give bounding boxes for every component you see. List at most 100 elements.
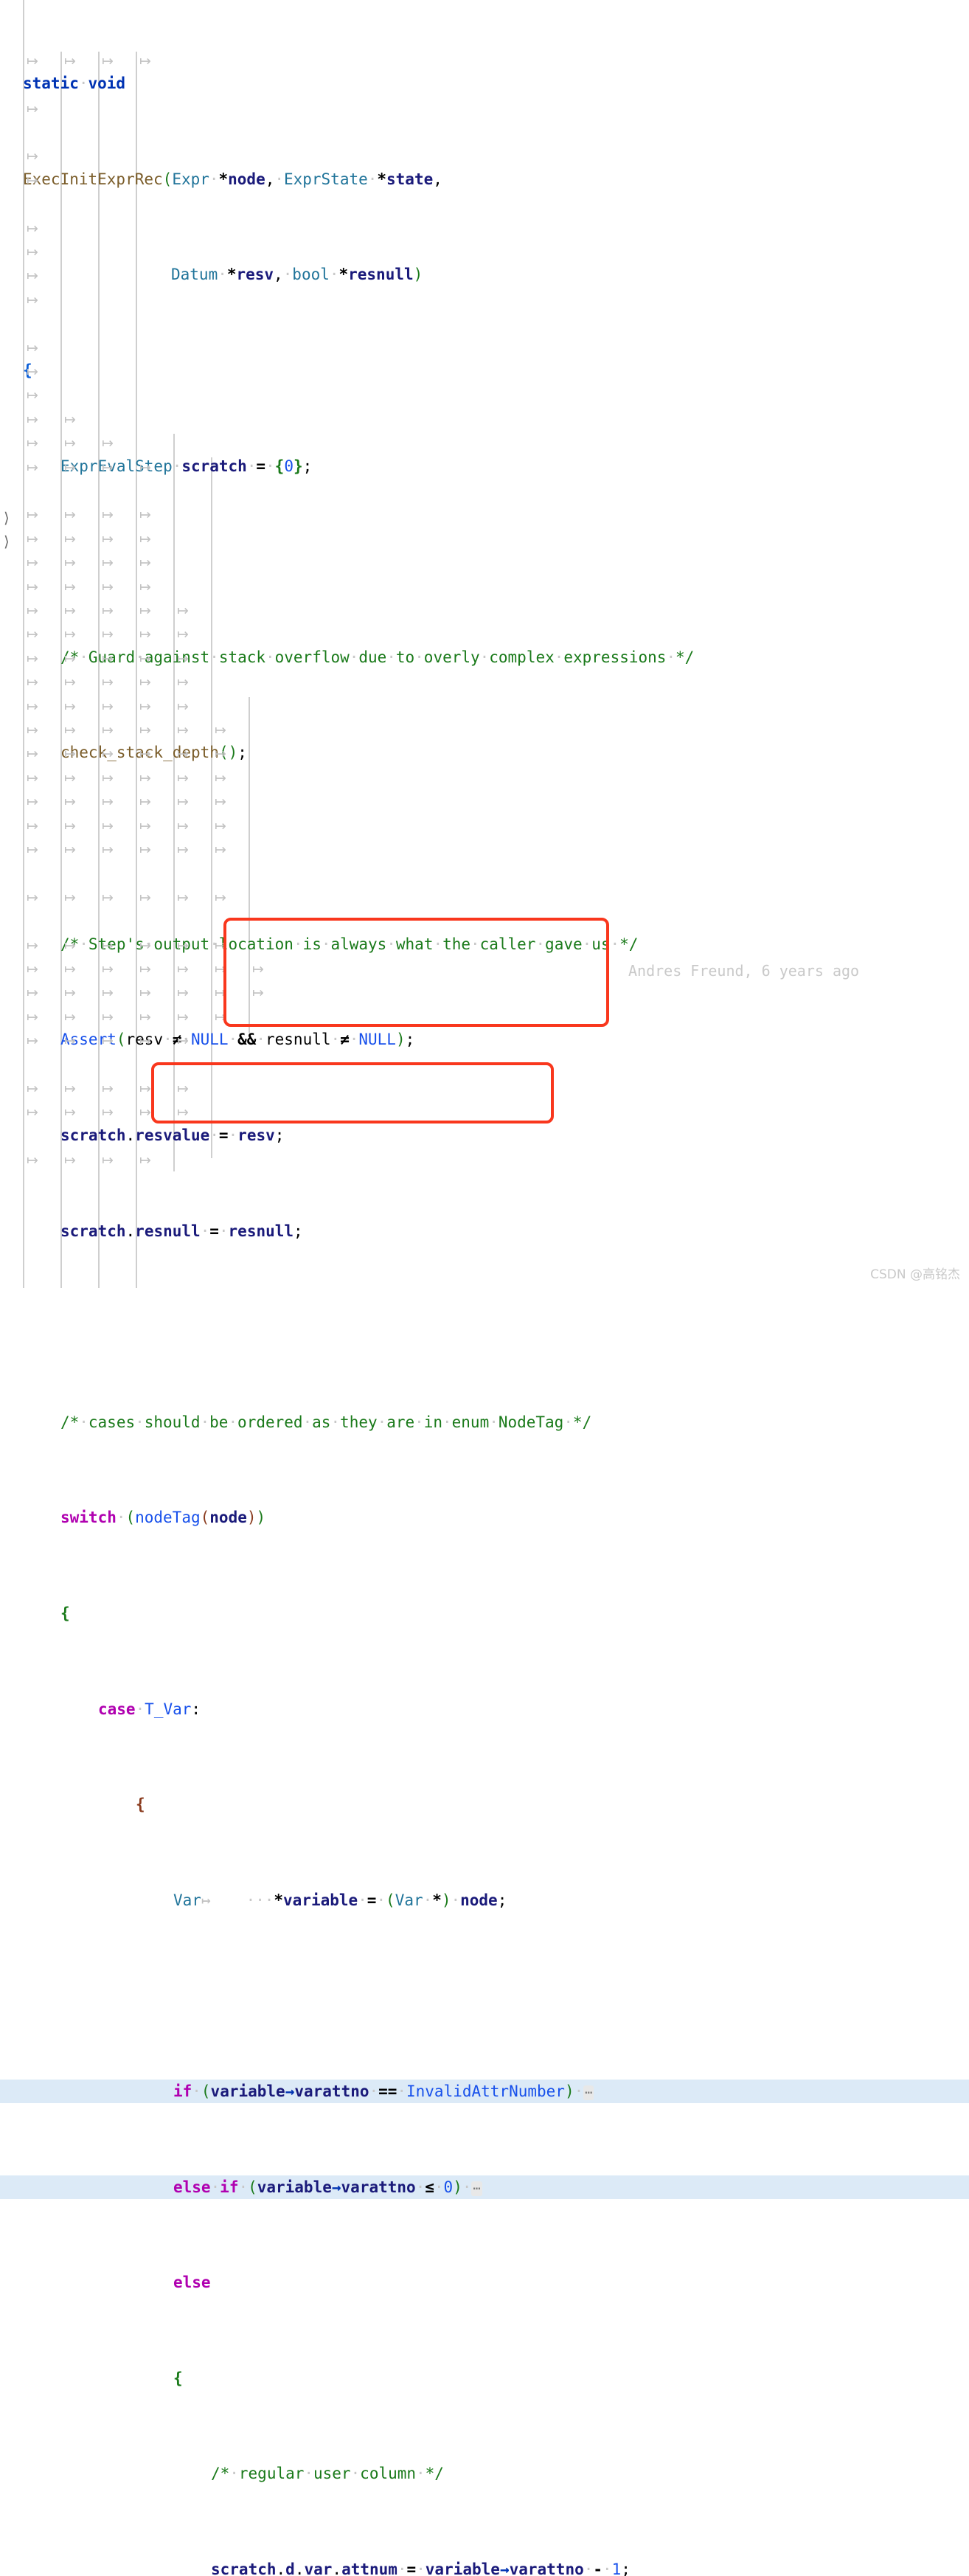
tab-arrow-icon: ↦ (177, 1104, 189, 1121)
tab-arrow-icon: ↦ (64, 1152, 76, 1169)
code-line[interactable]: Datum*resv,bool*resnull) (0, 263, 969, 286)
code-line[interactable]: /*casesshouldbeorderedastheyareinenumNod… (0, 1410, 969, 1434)
tab-arrow-icon: ↦ (102, 603, 114, 619)
tab-arrow-icon: ↦ (27, 817, 38, 834)
tab-arrow-icon: ↦ (27, 459, 38, 476)
code-text[interactable]: staticvoid ExecInitExprRec(Expr*node,Exp… (0, 0, 969, 2576)
tab-arrow-icon: ↦ (27, 52, 38, 69)
tab-arrow-icon: ↦ (102, 769, 114, 786)
tab-arrow-icon: ↦ (177, 746, 189, 763)
tab-arrow-icon: ↦ (27, 435, 38, 452)
tab-arrow-icon: ↦ (102, 1008, 114, 1025)
code-line[interactable]: Var↦*variable=(Var*)node; (0, 1888, 969, 1912)
tab-arrow-icon: ↦ (27, 698, 38, 715)
tab-arrow-icon: ↦ (177, 722, 189, 738)
tab-arrow-icon: ↦ (177, 889, 189, 906)
tab-arrow-icon: ↦ (102, 1033, 114, 1050)
tab-arrow-icon: ↦ (27, 1081, 38, 1097)
tab-arrow-icon: ↦ (27, 291, 38, 308)
code-line[interactable]: scratch.d.var.attnum=variable→varattno-1… (0, 2558, 969, 2576)
tab-arrow-icon: ↦ (64, 555, 76, 572)
tab-arrow-icon: ↦ (27, 1152, 38, 1169)
tab-arrow-icon: ↦ (64, 722, 76, 738)
tab-arrow-icon: ↦ (177, 1081, 189, 1097)
tab-arrow-icon: ↦ (64, 961, 76, 977)
tab-arrow-icon: ↦ (27, 746, 38, 763)
tab-arrow-icon: ↦ (102, 674, 114, 691)
tab-arrow-icon: ↦ (102, 698, 114, 715)
tab-arrow-icon: ↦ (139, 1152, 151, 1169)
tab-arrow-icon: ↦ (177, 1033, 189, 1050)
code-editor[interactable]: staticvoid ExecInitExprRec(Expr*node,Exp… (0, 0, 969, 2576)
tab-arrow-icon: ↦ (139, 817, 151, 834)
tab-arrow-icon: ↦ (177, 650, 189, 667)
tab-arrow-icon: ↦ (139, 985, 151, 1002)
tab-arrow-icon: ↦ (215, 746, 226, 763)
tab-arrow-icon: ↦ (139, 769, 151, 786)
tab-arrow-icon: ↦ (177, 698, 189, 715)
tab-arrow-icon: ↦ (27, 985, 38, 1002)
code-line-folded[interactable]: if(variable→varattno==InvalidAttrNumber)… (0, 2080, 969, 2104)
tab-arrow-icon: ↦ (27, 674, 38, 691)
tab-arrow-icon: ↦ (102, 842, 114, 858)
code-line-folded[interactable]: elseif(variable→varattno≤0)⋯ (0, 2175, 969, 2200)
tab-arrow-icon: ↦ (102, 937, 114, 954)
tab-arrow-icon: ↦ (27, 530, 38, 547)
tab-arrow-icon: ↦ (102, 626, 114, 643)
code-line-blank[interactable] (0, 1315, 969, 1338)
tab-arrow-icon: ↦ (64, 603, 76, 619)
code-line[interactable]: { (0, 1602, 969, 1625)
code-line[interactable]: /*regularusercolumn*/ (0, 2462, 969, 2485)
tab-arrow-icon: ↦ (27, 100, 38, 117)
tab-arrow-icon: ↦ (139, 698, 151, 715)
code-line[interactable]: scratch.resvalue=resv; (0, 1123, 969, 1147)
tab-arrow-icon: ↦ (139, 937, 151, 954)
tab-arrow-icon: ↦ (139, 507, 151, 524)
tab-arrow-icon: ↦ (64, 1033, 76, 1050)
tab-arrow-icon: ↦ (27, 507, 38, 524)
code-line[interactable]: { (0, 2366, 969, 2390)
tab-arrow-icon: ↦ (177, 769, 189, 786)
tab-arrow-icon: ↦ (27, 722, 38, 738)
code-line[interactable]: { (0, 1793, 969, 1816)
tab-arrow-icon: ↦ (139, 603, 151, 619)
code-line[interactable]: { (0, 359, 969, 382)
tab-arrow-icon: ↦ (139, 842, 151, 858)
code-line[interactable]: else (0, 2271, 969, 2294)
tab-arrow-icon: ↦ (27, 268, 38, 285)
tab-arrow-icon: ↦ (215, 961, 226, 977)
tab-arrow-icon: ↦ (102, 530, 114, 547)
tab-arrow-icon: ↦ (177, 674, 189, 691)
code-line[interactable]: switch(nodeTag(node)) (0, 1506, 969, 1529)
tab-arrow-icon: ↦ (27, 794, 38, 811)
fold-chevron-icon[interactable]: ⟩ (4, 510, 10, 525)
tab-arrow-icon: ↦ (215, 722, 226, 738)
tab-arrow-icon: ↦ (102, 746, 114, 763)
tab-arrow-icon: ↦ (139, 555, 151, 572)
tab-arrow-icon: ↦ (27, 1104, 38, 1121)
code-line[interactable]: ExecInitExprRec(Expr*node,ExprState*stat… (0, 167, 969, 191)
tab-arrow-icon: ↦ (177, 1008, 189, 1025)
tab-arrow-icon: ↦ (177, 603, 189, 619)
tab-arrow-icon: ↦ (27, 603, 38, 619)
tab-arrow-icon: ↦ (27, 961, 38, 977)
tab-arrow-icon: ↦ (64, 817, 76, 834)
fold-chevron-icon[interactable]: ⟩ (4, 534, 10, 549)
tab-arrow-icon: ↦ (27, 148, 38, 165)
tab-arrow-icon: ↦ (64, 698, 76, 715)
code-line[interactable]: staticvoid (0, 72, 969, 95)
tab-arrow-icon: ↦ (102, 52, 114, 69)
tab-arrow-icon: ↦ (102, 961, 114, 977)
tab-arrow-icon: ↦ (102, 889, 114, 906)
tab-arrow-icon: ↦ (102, 459, 114, 476)
code-line[interactable]: caseT_Var: (0, 1697, 969, 1721)
tab-arrow-icon: ↦ (27, 364, 38, 380)
tab-arrow-icon: ↦ (102, 555, 114, 572)
code-line-blank[interactable] (0, 1984, 969, 2007)
tab-arrow-icon: ↦ (27, 244, 38, 260)
tab-arrow-icon: ↦ (27, 578, 38, 595)
tab-arrow-icon: ↦ (27, 769, 38, 786)
tab-arrow-icon: ↦ (64, 1104, 76, 1121)
code-line[interactable]: scratch.resnull=resnull; (0, 1219, 969, 1243)
tab-arrow-icon: ↦ (102, 794, 114, 811)
